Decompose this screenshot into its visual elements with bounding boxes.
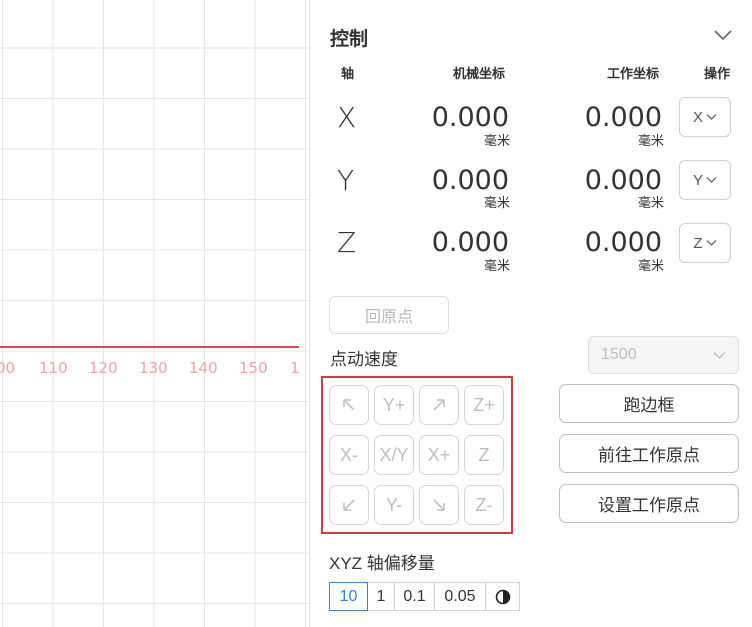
panel-title: 控制 (330, 29, 369, 50)
chevron-down-icon (706, 240, 717, 246)
xyz-offset-label: XYZ 轴偏移量 (329, 554, 435, 573)
canvas-area[interactable]: 00 110 120 130 140 150 1 (0, 0, 309, 627)
chevron-down-icon[interactable] (713, 28, 733, 42)
dropdown-label: Z (693, 234, 703, 252)
jog-up-right-button[interactable] (419, 385, 459, 425)
unit-label: 毫米 (483, 195, 510, 210)
header-machine-coords: 机械坐标 (453, 66, 506, 81)
machine-coord-value: 0.000 (431, 227, 509, 258)
axis-label: Y (337, 164, 355, 197)
chevron-down-icon (706, 114, 717, 120)
step-option-0.05[interactable]: 0.05 (434, 582, 486, 611)
unit-label: 毫米 (483, 133, 510, 148)
jog-speed-select[interactable]: 1500 (588, 336, 739, 374)
dropdown-label: X (692, 108, 703, 126)
arrow-up-right-icon (433, 399, 445, 411)
jog-z-home-button[interactable]: Z (464, 435, 504, 475)
x-tick-label: 140 (189, 359, 218, 377)
step-option-0.1[interactable]: 0.1 (394, 582, 435, 611)
axis-label: X (337, 101, 357, 134)
jog-speed-label: 点动速度 (330, 350, 398, 369)
unit-label: 毫米 (637, 133, 664, 148)
x-tick-label: 130 (139, 359, 168, 377)
set-work-origin-button[interactable]: 设置工作原点 (559, 484, 739, 523)
header-work-coords: 工作坐标 (607, 66, 660, 81)
jog-down-right-button[interactable] (419, 485, 459, 525)
machine-coord-value: 0.000 (431, 102, 509, 133)
axis-action-dropdown-x[interactable]: X (679, 97, 731, 137)
frame-button[interactable]: 跑边框 (559, 384, 739, 423)
unit-label: 毫米 (637, 258, 664, 273)
axis-action-dropdown-y[interactable]: Y (679, 160, 731, 200)
jog-x-minus-button[interactable]: X- (329, 435, 369, 475)
jog-y-plus-button[interactable]: Y+ (374, 385, 414, 425)
x-tick-label: 110 (39, 359, 68, 377)
arrow-down-left-icon (343, 499, 355, 511)
half-circle-icon (495, 589, 510, 604)
work-coord-value: 0.000 (584, 227, 662, 258)
step-option-10[interactable]: 10 (329, 582, 368, 611)
header-action: 操作 (704, 66, 731, 81)
unit-label: 毫米 (637, 195, 664, 210)
arrow-down-right-icon (433, 499, 445, 511)
x-tick-label: 00 (0, 359, 16, 377)
step-size-group: 10 1 0.1 0.05 (329, 582, 520, 611)
jog-z-minus-button[interactable]: Z- (464, 485, 504, 525)
unit-label: 毫米 (483, 258, 510, 273)
header-axis: 轴 (341, 66, 355, 81)
goto-work-origin-button[interactable]: 前往工作原点 (559, 434, 739, 473)
x-tick-label: 120 (89, 359, 118, 377)
step-option-1[interactable]: 1 (367, 582, 395, 611)
axis-action-dropdown-z[interactable]: Z (679, 223, 731, 263)
x-tick-label: 1 (290, 359, 300, 377)
theme-toggle-button[interactable] (485, 582, 520, 611)
control-panel: 控制 轴 机械坐标 工作坐标 操作 X 0.000 毫米 0.000 毫米 X … (310, 0, 752, 627)
jog-xy-home-button[interactable]: X/Y (374, 435, 414, 475)
x-tick-label: 150 (239, 359, 268, 377)
dropdown-label: Y (692, 171, 703, 189)
chevron-down-icon (706, 177, 717, 183)
chevron-down-icon (713, 351, 726, 359)
jog-speed-value: 1500 (601, 346, 637, 363)
home-button[interactable]: 回原点 (329, 296, 449, 334)
jog-down-left-button[interactable] (329, 485, 369, 525)
work-coord-value: 0.000 (584, 102, 662, 133)
arrow-up-left-icon (343, 399, 355, 411)
jog-x-plus-button[interactable]: X+ (419, 435, 459, 475)
jog-up-left-button[interactable] (329, 385, 369, 425)
axis-label: Z (337, 226, 357, 259)
jog-z-plus-button[interactable]: Z+ (464, 385, 504, 425)
x-axis-line (0, 346, 299, 348)
jog-y-minus-button[interactable]: Y- (374, 485, 414, 525)
